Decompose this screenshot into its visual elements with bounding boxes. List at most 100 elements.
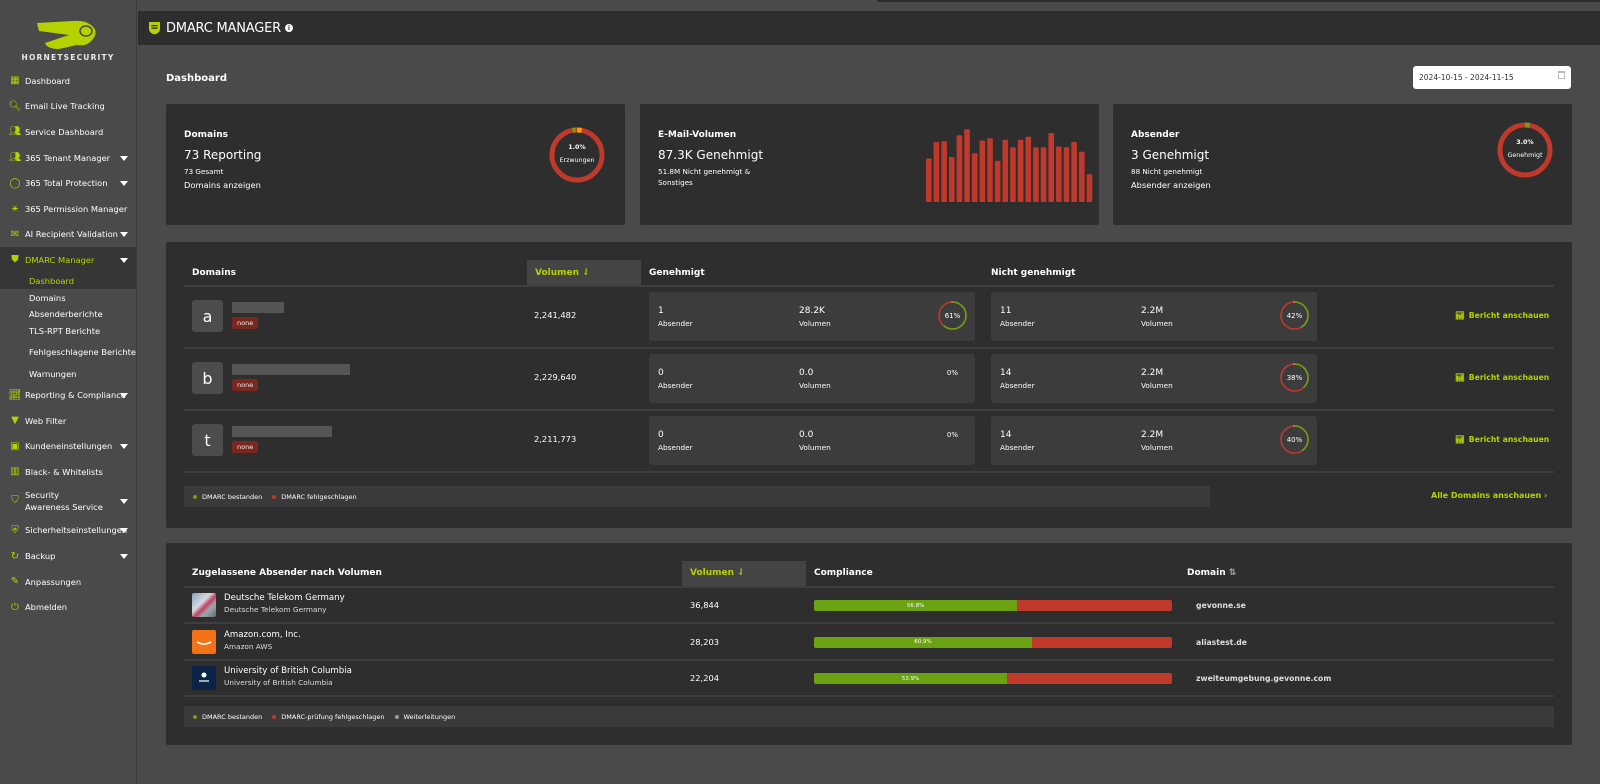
sort-desc-icon: ⇃ <box>582 268 590 278</box>
pass-percent: 0% <box>946 369 958 377</box>
sidebar-item-abmelden[interactable]: ⏻ Abmelden <box>0 594 136 620</box>
volume-count: 2.2M <box>1141 306 1164 316</box>
sidebar-sub-absenderberichte[interactable]: Absenderberichte <box>0 306 136 323</box>
chart-icon: 📈︎ <box>8 389 22 401</box>
donut-percent: 1.0% <box>568 144 586 151</box>
volume-count: 28.2K <box>799 306 825 316</box>
brand-logo[interactable]: HORNETSECURITY <box>0 0 136 62</box>
sidebar-item-email-live-tracking[interactable]: 🔍︎ Email Live Tracking <box>0 94 136 120</box>
volume-bar <box>979 140 986 202</box>
sidebar-item-security-awareness[interactable]: ⛉ Security Awareness Service <box>0 485 136 518</box>
sidebar-item-dmarc-manager[interactable]: ⛊ DMARC Manager <box>0 247 136 273</box>
chevron-right-icon: › <box>1544 491 1548 500</box>
domain-name-redacted <box>232 426 332 437</box>
donut-fail-arc <box>549 127 605 183</box>
sender-count: 0 <box>658 430 664 440</box>
sidebar-item-web-filter[interactable]: ▼ Web Filter <box>0 408 136 434</box>
card-title: Domains <box>184 130 228 140</box>
policy-badge: none <box>232 317 259 329</box>
sender-row[interactable]: Amazon.com, Inc. Amazon AWS 28,203 60.9%… <box>166 624 1572 661</box>
show-domains-link[interactable]: Domains anzeigen <box>184 180 261 190</box>
sender-volume: 28,203 <box>690 636 720 647</box>
card-subvalue: 88 Nicht genehmigt <box>1131 167 1203 176</box>
col-volume-sorted[interactable]: Volumen ⇃ <box>527 260 641 285</box>
volume-bar <box>1025 136 1032 202</box>
chevron-down-icon <box>120 257 128 263</box>
volume-bar <box>1048 133 1054 202</box>
sender-org: Amazon AWS <box>224 641 273 651</box>
date-range-picker[interactable]: 2024-10-15 - 2024-11-15 <box>1413 66 1571 89</box>
view-report-link[interactable]: 📊︎ Bericht anschauen <box>1455 311 1549 320</box>
date-range-value: 2024-10-15 - 2024-11-15 <box>1419 73 1514 82</box>
sidebar-item-service-dashboard[interactable]: 👥︎ Service Dashboard <box>0 119 136 145</box>
search-icon: 🔍︎ <box>8 100 22 112</box>
card-value: 73 Reporting <box>184 148 262 162</box>
senders-legend: DMARC bestanden DMARC-prüfung fehlgeschl… <box>184 706 1554 727</box>
domain-row[interactable]: a none 2,241,482 1 Absender 28.2K Volume… <box>166 286 1572 349</box>
sidebar-item-ai-recipient-validation[interactable]: ✉ AI Recipient Validation <box>0 222 136 248</box>
sidebar-item-365-tenant-manager[interactable]: 👥︎ 365 Tenant Manager <box>0 145 136 171</box>
top-divider <box>877 0 1600 2</box>
volume-bar <box>1010 147 1016 202</box>
sidebar-item-kundeneinstellungen[interactable]: ▣ Kundeneinstellungen <box>0 433 136 459</box>
view-report-link[interactable]: 📊︎ Bericht anschauen <box>1455 435 1549 444</box>
sidebar-item-black-whitelists[interactable]: ▥ Black- & Whitelists <box>0 459 136 485</box>
col-compliance: Compliance <box>814 568 873 578</box>
sidebar-sub-tls-rpt[interactable]: TLS-RPT Berichte <box>0 322 136 339</box>
domain-volume: 2,241,482 <box>534 310 577 320</box>
all-domains-link[interactable]: Alle Domains anschauen › <box>1431 491 1547 500</box>
volume-bar <box>1063 147 1070 202</box>
volume-count: 0.0 <box>799 430 814 440</box>
legend-item-forward: Weiterleitungen <box>394 713 455 721</box>
sender-label: Absender <box>658 443 693 452</box>
sidebar-item-sicherheitseinstellungen[interactable]: ⛨ Sicherheitseinstellungen <box>0 518 136 544</box>
col-volume-sorted[interactable]: Volumen ⇃ <box>682 561 806 586</box>
sidebar-item-reporting-compliance[interactable]: 📈︎ Reporting & Compliance <box>0 382 136 408</box>
bar-chart-icon: 📊︎ <box>1455 373 1465 382</box>
sidebar-item-365-total-protection[interactable]: ◯ 365 Total Protection <box>0 170 136 196</box>
col-domain[interactable]: Domain ⇅ <box>1187 568 1236 578</box>
volume-bar <box>1033 147 1039 202</box>
chevron-down-icon <box>120 393 128 399</box>
sidebar-sub-warnings[interactable]: Warnungen <box>0 366 136 383</box>
col-domains[interactable]: Domains <box>192 268 236 278</box>
policy-badge: none <box>232 441 259 453</box>
donut-chart <box>1497 122 1553 178</box>
fail-dot <box>272 714 277 719</box>
dmarc-shield-icon: ⛊ <box>11 254 19 266</box>
amazon-smile-icon <box>196 640 212 645</box>
page-title: Dashboard <box>166 73 227 84</box>
sender-row[interactable]: University of British Columbia Universit… <box>166 660 1572 697</box>
sidebar-item-dashboard[interactable]: ▦ Dashboard <box>0 68 136 94</box>
chevron-down-icon <box>120 155 128 161</box>
sidebar-item-365-permission-manager[interactable]: ⚹ 365 Permission Manager <box>0 196 136 222</box>
sidebar-sub-domains[interactable]: Domains <box>0 289 136 306</box>
sidebar-item-backup[interactable]: ↻ Backup <box>0 543 136 569</box>
volume-label: Volumen <box>1141 319 1173 328</box>
show-senders-link[interactable]: Absender anzeigen <box>1131 180 1211 190</box>
sidebar-sub-dashboard[interactable]: Dashboard <box>0 272 136 290</box>
volume-bar <box>1071 142 1077 202</box>
sender-name: Amazon.com, Inc. <box>224 629 301 640</box>
domain-name-redacted <box>232 302 284 313</box>
row-divider <box>184 695 1554 697</box>
approved-donut: 3.0% Genehmigt <box>1496 121 1554 179</box>
volume-bar <box>956 135 963 202</box>
sidebar-item-anpassungen[interactable]: ✎ Anpassungen <box>0 569 136 595</box>
info-icon[interactable]: i <box>284 24 293 32</box>
domain-row[interactable]: b none 2,229,640 0 Absender 0.0 Volumen 0… <box>166 348 1572 411</box>
circle-icon: ◯ <box>9 177 21 189</box>
ubc-crest-icon <box>199 672 209 682</box>
domain-avatar: a <box>192 300 223 332</box>
view-report-link[interactable]: 📊︎ Bericht anschauen <box>1455 373 1549 382</box>
id-card-icon: ▣ <box>10 440 20 452</box>
awareness-icon: ⛉ <box>11 495 19 507</box>
sender-label: Absender <box>1000 319 1035 328</box>
card-value: 3 Genehmigt <box>1131 148 1210 162</box>
sidebar-sub-failed-reports[interactable]: Fehlgeschlagene Berichte <box>0 339 136 366</box>
volume-label: Volumen <box>1141 381 1173 390</box>
domain-row[interactable]: t none 2,211,773 0 Absender 0.0 Volumen 0… <box>166 410 1572 473</box>
volume-count: 2.2M <box>1141 430 1164 440</box>
sender-row[interactable]: Deutsche Telekom Germany Deutsche Teleko… <box>166 587 1572 624</box>
approved-box: 0 Absender 0.0 Volumen 0% <box>649 416 975 465</box>
